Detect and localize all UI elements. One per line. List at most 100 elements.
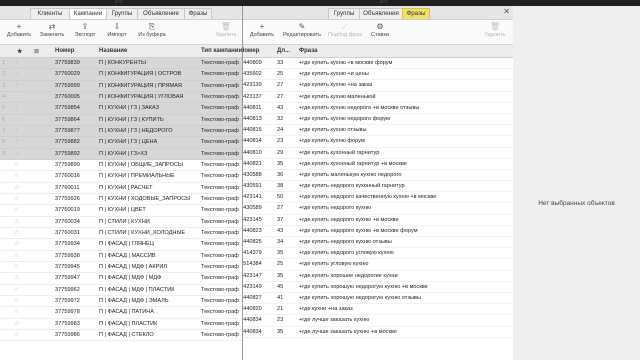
from-clipboard-button[interactable]: ⎘ Из буфера xyxy=(134,22,170,38)
star-icon[interactable]: ☆ xyxy=(14,162,19,168)
tab-ads-middle[interactable]: Объявления xyxy=(359,8,403,19)
tab-groups-middle[interactable]: Группы xyxy=(328,8,360,19)
column-type[interactable]: Тип кампании xyxy=(201,48,242,54)
table-row[interactable]: ☆ 37760019 П | КУХНИ | ЦВЕТ Текстово-граф xyxy=(0,205,242,217)
table-row[interactable]: ☆ 37759947 П | ФАСАД | МДФ | МДФ Текстово-г… xyxy=(0,273,242,285)
star-icon[interactable]: ☆ xyxy=(14,275,19,281)
star-icon[interactable]: ☆ xyxy=(14,185,19,191)
star-icon[interactable]: ☆ xyxy=(14,253,19,259)
table-row[interactable]: ☆ 37760034 П | СТИЛИ | КУХНИ Текстово-граф xyxy=(0,217,242,228)
table-row[interactable]: 3423149 45 +где купить хорошую недорогую к… xyxy=(243,282,514,293)
table-row[interactable]: 3440811 43 +где купить кухню недорого +в м… xyxy=(243,103,514,114)
column-phrase[interactable]: Фраза xyxy=(299,48,317,54)
star-icon[interactable]: ☆ xyxy=(14,139,19,145)
table-row[interactable]: 3440825 34 +где купить недорого кухню отзы… xyxy=(243,237,514,249)
star-icon[interactable]: ☆ xyxy=(14,105,19,111)
tab-phrases[interactable]: Фразы xyxy=(184,8,212,19)
table-row[interactable]: 6 ☆ 37759864 П | КУХНИ | ГЗ | КУПИТЬ Текстов… xyxy=(0,114,242,126)
star-icon[interactable]: ☆ xyxy=(14,60,19,66)
table-row[interactable]: 3440834 35 +где лучше заказать кухню +в мо… xyxy=(243,327,514,338)
table-row[interactable]: 5 ☆ 37759854 П | КУХНИ | ГЗ | ЗАКАЗ Текстово… xyxy=(0,103,242,115)
star-icon[interactable]: ☆ xyxy=(14,332,19,338)
table-row[interactable]: ☆ 37759978 П | ФАСАД | ПАТИНА Текстово-граф xyxy=(0,307,242,319)
table-row[interactable]: 3414379 35 +где купить недорого угловую ку… xyxy=(243,248,514,260)
star-icon[interactable]: ☆ xyxy=(14,241,19,247)
table-row[interactable]: ☆ 37759972 П | ФАСАД | МДФ | ЭМАЛЬ Текстово… xyxy=(0,296,242,308)
export-button[interactable]: ⇪ Экспорт xyxy=(71,22,99,38)
table-row[interactable]: ☆ 37759899 П | КУХНИ | ОБЩИЕ_ЗАПРОСЫ Тексто… xyxy=(0,160,242,172)
table-row[interactable]: 3514384 25 +где купить угловую кухню xyxy=(243,259,514,271)
column-length[interactable]: Дл... xyxy=(277,48,290,54)
star-icon[interactable]: ☆ xyxy=(14,71,19,77)
delete-phrase-button[interactable]: 🗑 Удалить xyxy=(481,22,509,38)
star-icon[interactable]: ☆ xyxy=(14,264,19,270)
table-row[interactable]: 3 ☆ 37759999 П | КОНФИГУРАЦИЯ | ПРЯМАЯ Текст… xyxy=(0,80,242,92)
table-row[interactable]: 3423145 37 +где купить недорого кухню +в м… xyxy=(243,215,514,226)
checkbox-column-icon[interactable]: ⊠ xyxy=(34,48,39,55)
phrase-selection-button[interactable]: ⟋ Подбор фраз xyxy=(327,22,363,38)
table-row[interactable]: 3435602 25 +где купить кухню +и цены xyxy=(243,69,514,81)
star-icon[interactable]: ☆ xyxy=(14,321,19,327)
table-row[interactable]: 3430589 27 +где купить недорого кухню xyxy=(243,203,514,215)
table-row[interactable]: 3440823 43 +где купить недорого кухню +в м… xyxy=(243,226,514,237)
table-row[interactable]: ☆ 37760011 П | КУХНИ | РАСЧЕТ Текстово-граф xyxy=(0,183,242,194)
tab-groups[interactable]: Группы xyxy=(106,8,138,19)
table-row[interactable]: ☆ 37760031 П | СТИЛИ | КУХНИ_ХОЛОДНЫЕ Текст… xyxy=(0,228,242,240)
table-row[interactable]: 3440810 29 +где купить кухонный гарнитур xyxy=(243,148,514,159)
star-icon[interactable]: ☆ xyxy=(14,196,19,202)
table-row[interactable]: 3440813 32 +где купить кухню недорого фору… xyxy=(243,114,514,126)
table-row[interactable]: 2 ☆ 37760029 П | КОНФИГУРАЦИЯ | ОСТРОВ Текст… xyxy=(0,69,242,81)
table-row[interactable]: ☆ 37759945 П | ФАСАД | МДФ | АКРИЛ Текстово… xyxy=(0,262,242,274)
table-row[interactable]: 8 ☆ 37759882 П | КУХНИ | ГЗ | ЦЕНА Текстово-… xyxy=(0,137,242,149)
star-icon[interactable]: ☆ xyxy=(14,173,19,179)
table-row[interactable]: 3440815 24 +где купить кухню отзывы xyxy=(243,125,514,137)
table-row[interactable]: 3440814 23 +где купить кухню форум xyxy=(243,136,514,148)
import-button[interactable]: ⇩ Импорт xyxy=(103,22,131,38)
tab-clients[interactable]: Клиенты xyxy=(30,8,70,19)
table-row[interactable]: ☆ 37760016 П | КУХНИ | ПРЕМИАЛЬНЫЕ Текстово… xyxy=(0,171,242,183)
tab-campaigns[interactable]: Кампании xyxy=(69,8,107,19)
table-row[interactable]: 3423137 27 +где купить кухню маленькой xyxy=(243,92,514,103)
column-id[interactable]: Номер xyxy=(243,48,259,54)
tab-phrases-middle[interactable]: Фразы xyxy=(402,8,430,19)
star-icon[interactable]: ☆ xyxy=(14,287,19,293)
table-row[interactable]: ☆ 37759938 П | ФАСАД | МАССИВ Текстово-граф xyxy=(0,251,242,262)
table-row[interactable]: 3423147 35 +где купить хорошие недорогие к… xyxy=(243,271,514,282)
star-icon[interactable]: ☆ xyxy=(14,151,19,157)
table-row[interactable]: 3440821 35 +где купить кухонный гарнитур +… xyxy=(243,159,514,170)
table-row[interactable]: 4 ☆ 37760005 П | КОНФИГУРАЦИЯ | УГЛОВАЯ Текс… xyxy=(0,91,242,104)
table-row[interactable]: 3423139 27 +где купить кухню +на заказ xyxy=(243,80,514,92)
table-row[interactable]: ☆ 37759986 П | ФАСАД | СТЕКЛО Текстово-граф xyxy=(0,330,242,342)
star-icon[interactable]: ☆ xyxy=(14,117,19,123)
table-row[interactable]: 7 ☆ 37759877 П | КУХНИ | ГЗ | НЕДОРОГО Текст… xyxy=(0,125,242,138)
replace-button[interactable]: ⇄ Заменить xyxy=(37,22,67,38)
star-icon[interactable]: ☆ xyxy=(14,128,19,134)
star-icon[interactable]: ☆ xyxy=(14,298,19,304)
delete-button[interactable]: 🗑 Удалить xyxy=(212,22,240,38)
column-number[interactable]: Номер xyxy=(55,48,74,54)
table-row[interactable]: 3440834 23 +где лучше заказать кухню xyxy=(243,315,514,327)
table-row[interactable]: ☆ 37759962 П | ФАСАД | МДФ | ПЛАСТИК Тексто… xyxy=(0,285,242,296)
table-row[interactable]: 3423141 50 +где купить недорого качественн… xyxy=(243,192,514,204)
table-row[interactable]: 3440809 33 +где купить кухню +в москве фор… xyxy=(243,58,514,70)
star-icon[interactable]: ☆ xyxy=(14,94,19,100)
table-row[interactable]: 1 ☆ 37759839 П | КОНКУРЕНТЫ Текстово-граф xyxy=(0,58,242,70)
close-icon[interactable]: ✕ xyxy=(503,7,510,16)
edit-button[interactable]: ✎ Редактировать xyxy=(280,22,324,38)
table-row[interactable]: ☆ 37759983 П | ФАСАД | ПЛАСТИК Текстово-гра… xyxy=(0,319,242,330)
column-name[interactable]: Название xyxy=(99,48,127,54)
table-row[interactable]: ☆ 37759926 П | КУХНИ | ХОДОВЫЕ_ЗАПРОСЫ Текс… xyxy=(0,194,242,206)
add-phrase-button[interactable]: + Добавить xyxy=(247,22,277,38)
bids-button[interactable]: ⚙ Ставки xyxy=(366,22,394,38)
star-icon[interactable]: ☆ xyxy=(14,83,19,89)
star-icon[interactable]: ☆ xyxy=(14,219,19,225)
table-row[interactable]: 3430591 38 +где купить недорого кухонный г… xyxy=(243,181,514,193)
table-row[interactable]: 9 ☆ 37759892 П | КУХНИ | ГЗ>ХЗ Текстово-граф xyxy=(0,148,242,160)
tab-ads[interactable]: Объявление xyxy=(137,8,185,19)
add-button[interactable]: + Добавить xyxy=(4,22,34,38)
table-row[interactable]: 3440820 21 +где кухни +на заказ xyxy=(243,304,514,316)
table-row[interactable]: ☆ 37759934 П | ФАСАД | ГЛЯНЕЦ Текстово-граф xyxy=(0,239,242,251)
star-column-icon[interactable]: ★ xyxy=(17,48,22,55)
table-row[interactable]: 3440827 41 +где купить хорошую недорогую к… xyxy=(243,293,514,305)
star-icon[interactable]: ☆ xyxy=(14,309,19,315)
